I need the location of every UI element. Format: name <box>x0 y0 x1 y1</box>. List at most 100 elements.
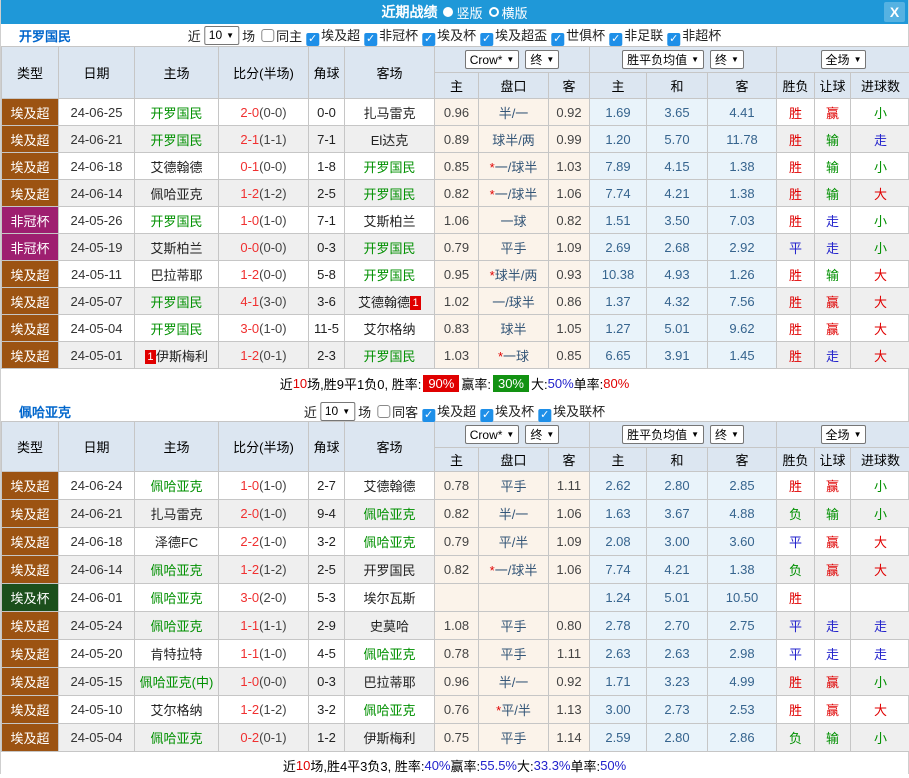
halftime-score: (1-0) <box>259 213 286 228</box>
vertical-radio-label[interactable]: 竖版 <box>456 3 482 22</box>
home-team-name: 开罗国民 <box>150 322 202 337</box>
same-venue-label: 同主 <box>276 26 302 45</box>
halftime-score: (1-0) <box>259 534 286 549</box>
avg-lose: 3.60 <box>708 528 777 556</box>
avg-win: 2.78 <box>590 612 647 640</box>
avg-lose: 2.86 <box>708 724 777 752</box>
handicap-text: 球半/两 <box>492 133 535 148</box>
league-checkbox[interactable]: ✓ <box>422 409 435 422</box>
handicap: 半/一 <box>479 668 549 696</box>
avg-final-select[interactable]: 终▼ <box>710 50 744 69</box>
chevron-down-icon: ▼ <box>506 55 514 64</box>
odds-dropdown-group: Crow*▼ 终▼ <box>435 47 590 73</box>
league-checkbox[interactable]: ✓ <box>609 33 622 46</box>
col-header: 类型 <box>2 47 59 99</box>
league-checkbox[interactable]: ✓ <box>306 33 319 46</box>
league-checkbox[interactable]: ✓ <box>364 33 377 46</box>
col-header: 主场 <box>135 47 219 99</box>
avg-win: 2.08 <box>590 528 647 556</box>
league-checkbox[interactable]: ✓ <box>480 33 493 46</box>
odds-final-select[interactable]: 终▼ <box>525 425 559 444</box>
home-team: 艾斯柏兰 <box>135 234 219 261</box>
handicap: 平手 <box>479 472 549 500</box>
avg-select[interactable]: 胜平负均值▼ <box>622 425 704 444</box>
summary-segment: 30% <box>493 375 529 392</box>
recent-results-window: 近期战绩 竖版 横版 X 开罗国民 近 10▼ 场 同主 ✓埃及超✓非冠杯✓埃及… <box>0 0 909 774</box>
corner-count: 0-3 <box>309 668 345 696</box>
col-header: 角球 <box>309 422 345 472</box>
chevron-down-icon: ▼ <box>854 55 862 64</box>
avg-draw: 2.63 <box>647 640 708 668</box>
avg-draw: 3.23 <box>647 668 708 696</box>
league-checkbox[interactable]: ✓ <box>480 409 493 422</box>
col-header: 主场 <box>135 422 219 472</box>
match-type: 埃及超 <box>2 153 59 180</box>
summary-segment: 赢率: <box>451 756 481 775</box>
home-team-name: 佩哈亚克 <box>150 731 202 746</box>
league-checkbox[interactable]: ✓ <box>551 33 564 46</box>
sub-col-header: 让球 <box>815 448 851 472</box>
table-row: 埃及超24-05-07开罗国民4-1(3-0)3-6艾德翰德11.02一/球半0… <box>2 288 909 315</box>
close-icon[interactable]: X <box>884 2 905 22</box>
avg-final-select[interactable]: 终▼ <box>710 425 744 444</box>
chevron-down-icon: ▼ <box>546 55 554 64</box>
odds-company-select[interactable]: Crow*▼ <box>465 425 520 444</box>
result-handicap <box>815 584 851 612</box>
match-type: 埃及杯 <box>2 584 59 612</box>
home-odds: 0.76 <box>435 696 479 724</box>
corner-count: 2-7 <box>309 472 345 500</box>
league-label: 埃及超盃 <box>495 28 547 43</box>
halftime-score: (1-1) <box>259 132 286 147</box>
avg-select[interactable]: 胜平负均值▼ <box>622 50 704 69</box>
horizontal-radio[interactable] <box>489 7 499 17</box>
filter-controls: 近 10▼ 场 同客 ✓埃及超✓埃及杯✓埃及联杯 <box>304 401 605 422</box>
match-count-select[interactable]: 10▼ <box>204 26 239 45</box>
league-checkbox[interactable]: ✓ <box>538 409 551 422</box>
league-label: 非冠杯 <box>379 28 418 43</box>
away-team: 开罗国民 <box>345 342 435 369</box>
scope-select-value: 全场 <box>826 51 850 68</box>
league-checkbox[interactable]: ✓ <box>667 33 680 46</box>
result-outcome: 平 <box>777 234 815 261</box>
home-team: 开罗国民 <box>135 207 219 234</box>
table-row: 埃及超24-06-25开罗国民2-0(0-0)0-0扎马雷克0.96半/一0.9… <box>2 99 909 126</box>
same-venue-checkbox[interactable] <box>261 29 274 42</box>
sub-col-header: 和 <box>647 448 708 472</box>
avg-draw: 2.73 <box>647 696 708 724</box>
vertical-radio[interactable] <box>443 7 453 17</box>
match-date: 24-06-14 <box>59 180 135 207</box>
odds-company-select[interactable]: Crow*▼ <box>465 50 520 69</box>
sub-col-header: 进球数 <box>851 448 909 472</box>
avg-draw: 3.67 <box>647 500 708 528</box>
halftime-score: (0-1) <box>259 730 286 745</box>
avg-win: 2.69 <box>590 234 647 261</box>
filter-suffix-label: 场 <box>242 26 255 45</box>
home-team-name: 佩哈亚克 <box>150 563 202 578</box>
halftime-score: (1-2) <box>259 562 286 577</box>
odds-final-select[interactable]: 终▼ <box>525 50 559 69</box>
match-count-select[interactable]: 10▼ <box>320 402 355 421</box>
match-date: 24-06-21 <box>59 500 135 528</box>
same-venue-checkbox[interactable] <box>377 405 390 418</box>
avg-win: 2.62 <box>590 472 647 500</box>
chevron-down-icon: ▼ <box>691 55 699 64</box>
fulltime-score: 1-2 <box>240 186 259 201</box>
horizontal-radio-label[interactable]: 横版 <box>502 3 528 22</box>
home-team: 巴拉蒂耶 <box>135 261 219 288</box>
league-checkbox[interactable]: ✓ <box>422 33 435 46</box>
scope-select[interactable]: 全场 ▼ <box>821 50 867 69</box>
handicap-text: 球半/两 <box>495 268 538 283</box>
fulltime-score: 2-2 <box>240 534 259 549</box>
fulltime-score: 1-0 <box>240 674 259 689</box>
home-team: 开罗国民 <box>135 288 219 315</box>
scope-select[interactable]: 全场▼ <box>821 425 867 444</box>
handicap-text: 平手 <box>500 731 526 746</box>
result-outcome: 胜 <box>777 207 815 234</box>
league-filter: ✓埃及杯 <box>418 28 476 43</box>
away-odds: 1.13 <box>549 696 590 724</box>
away-odds: 0.92 <box>549 668 590 696</box>
match-type: 埃及超 <box>2 472 59 500</box>
result-handicap: 走 <box>815 612 851 640</box>
away-team-name: 巴拉蒂耶 <box>363 675 415 690</box>
handicap-text: 一/球半 <box>495 563 538 578</box>
